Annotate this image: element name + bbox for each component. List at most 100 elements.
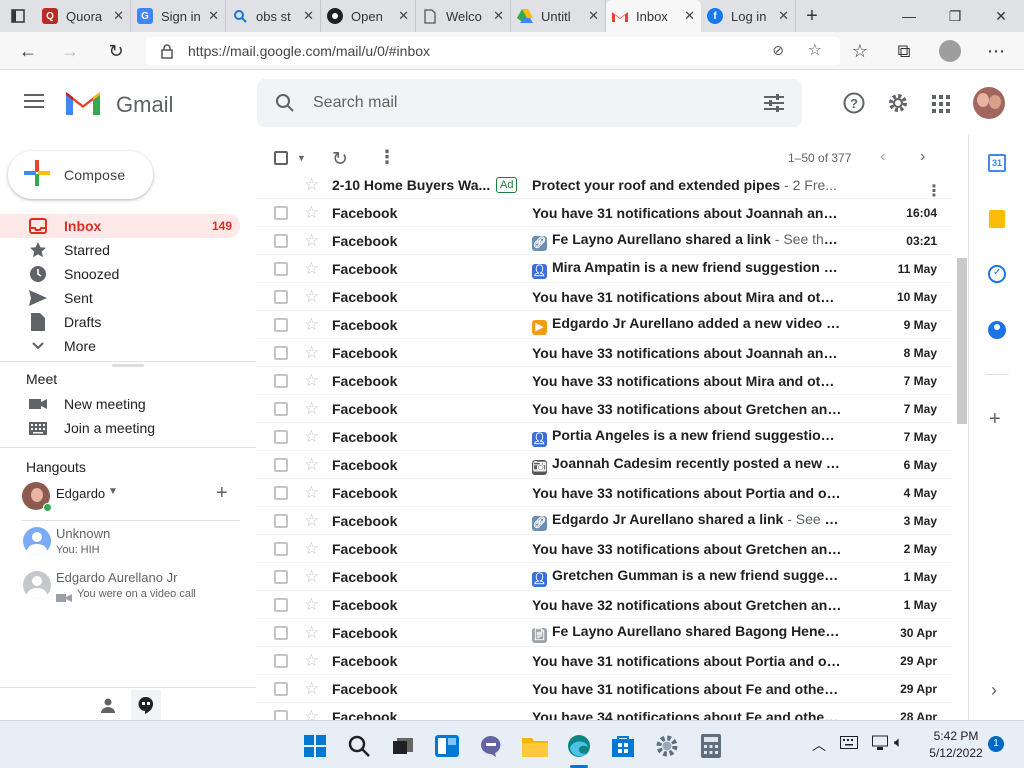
main-menu-icon[interactable] [24,93,44,114]
browser-tab[interactable]: Inbox ✕ [606,0,701,32]
email-row[interactable]: ☆ Facebook 🔗︎ Fe Layno Aurellano shared a l… [256,227,953,255]
tab-close-icon[interactable]: ✕ [588,8,599,24]
widgets-icon[interactable] [434,733,460,759]
more-actions-icon[interactable]: ⋮ [378,147,396,168]
email-row[interactable]: ☆ Facebook 🔗︎ Edgardo Jr Aurellano shared a… [256,507,953,535]
microsoft-store-icon[interactable] [610,733,636,759]
email-row[interactable]: ☆ Facebook You have 33 notifications about… [256,395,953,423]
clock-time[interactable]: 5:42 PM [926,729,986,743]
contact-avatar[interactable] [23,571,51,599]
sidebar-item-inbox[interactable]: Inbox 149 [0,214,240,238]
teams-chat-icon[interactable] [478,733,504,759]
select-all-checkbox[interactable] [274,151,288,165]
email-row[interactable]: ☆ Facebook 📷︎ Joannah Cadesim recently post… [256,451,953,479]
email-row[interactable]: ☆ Facebook You have 33 notifications about… [256,535,953,563]
mail-scrollbar[interactable] [957,258,967,424]
contacts-person-icon[interactable] [100,697,116,718]
settings-app-icon[interactable] [654,733,680,759]
tab-close-icon[interactable]: ✕ [303,8,314,24]
search-options-icon[interactable] [764,94,784,117]
star-toggle-icon[interactable]: ☆ [304,371,319,391]
star-toggle-icon[interactable]: ☆ [304,287,319,307]
sidebar-item-sent[interactable]: Sent [0,286,240,310]
hangouts-chat-icon[interactable] [131,690,161,720]
tab-actions-icon[interactable] [0,0,36,32]
apps-grid-icon[interactable] [932,95,950,118]
compose-button[interactable]: Compose [8,151,153,199]
account-avatar[interactable] [973,87,1005,119]
tab-close-icon[interactable]: ✕ [398,8,409,24]
star-toggle-icon[interactable]: ☆ [304,231,319,251]
tab-close-icon[interactable]: ✕ [113,8,124,24]
browser-tab[interactable]: f Log in ✕ [701,0,796,32]
tab-close-icon[interactable]: ✕ [684,8,695,24]
email-row[interactable]: ☆ Facebook You have 32 notifications about… [256,591,953,619]
drag-handle[interactable] [112,364,144,367]
contact-name[interactable]: Edgardo Aurellano Jr [56,570,177,585]
email-checkbox[interactable] [274,485,288,500]
status-dropdown-icon[interactable]: ▼ [108,486,118,497]
join-meeting-link[interactable]: Join a meeting [0,416,240,440]
ad-row[interactable]: ☆ 2-10 Home Buyers Wa... Ad Protect your ro… [256,175,953,199]
browser-tab[interactable]: obs st ✕ [226,0,321,32]
email-checkbox[interactable] [274,709,288,720]
email-row[interactable]: ☆ Facebook You have 31 notifications about… [256,675,953,703]
sidebar-item-more[interactable]: More [0,334,240,358]
maximize-button[interactable]: ❐ [932,0,978,32]
star-toggle-icon[interactable]: ☆ [304,427,319,447]
tasks-icon[interactable]: ✓ [988,265,1006,283]
refresh-mail-icon[interactable]: ↻ [332,148,348,171]
search-input[interactable]: Search mail [313,94,397,112]
hangouts-user-name[interactable]: Edgardo [56,486,105,501]
newer-page-button[interactable]: ‹ [880,148,885,166]
email-checkbox[interactable] [274,401,288,416]
sidebar-item-drafts[interactable]: Drafts [0,310,240,334]
email-checkbox[interactable] [274,373,288,388]
tab-close-icon[interactable]: ✕ [208,8,219,24]
star-toggle-icon[interactable]: ☆ [304,343,319,363]
email-row[interactable]: ☆ Facebook 👤︎ Portia Angeles is a new frien… [256,423,953,451]
start-windows-icon[interactable] [302,733,328,759]
browser-menu-icon[interactable]: ⋯ [978,32,1014,70]
older-page-button[interactable]: › [920,148,925,166]
email-checkbox[interactable] [274,681,288,696]
email-row[interactable]: ☆ Facebook 👤︎ Mira Ampatin is a new friend … [256,255,953,283]
collections-icon[interactable]: ⧉ [886,32,922,70]
add-favorite-icon[interactable]: ☆ [808,40,822,60]
star-toggle-icon[interactable]: ☆ [304,259,319,279]
forward-button[interactable]: → [52,32,88,70]
browser-tab[interactable]: Untitl ✕ [511,0,606,32]
tab-close-icon[interactable]: ✕ [778,8,789,24]
email-row[interactable]: ☆ Facebook You have 31 notifications about… [256,199,953,227]
email-checkbox[interactable] [274,541,288,556]
hide-side-panel-icon[interactable]: › [991,680,997,701]
star-toggle-icon[interactable]: ☆ [304,511,319,531]
touch-keyboard-icon[interactable] [840,736,858,754]
email-row[interactable]: ☆ Facebook 📄︎ Fe Layno Aurellano shared Bag… [256,619,953,647]
ad-more-icon[interactable]: ⋮ [926,181,942,201]
new-meeting-link[interactable]: New meeting [0,392,240,416]
refresh-button[interactable]: ↻ [98,32,134,70]
browser-tab[interactable]: Welco ✕ [416,0,511,32]
sidebar-item-snoozed[interactable]: Snoozed [0,262,240,286]
network-icon[interactable] [872,735,888,756]
email-row[interactable]: ☆ Facebook You have 31 notifications about… [256,283,953,311]
email-row[interactable]: ☆ Facebook You have 33 notifications about… [256,367,953,395]
reader-icon[interactable]: ⊘ [772,42,784,59]
star-toggle-icon[interactable]: ☆ [304,483,319,503]
tab-close-icon[interactable]: ✕ [493,8,504,24]
browser-tab[interactable]: G Sign in ✕ [131,0,226,32]
star-toggle-icon[interactable]: ☆ [304,707,319,721]
email-checkbox[interactable] [274,345,288,360]
email-checkbox[interactable] [274,289,288,304]
star-toggle-icon[interactable]: ☆ [304,567,319,587]
star-toggle-icon[interactable]: ☆ [304,315,319,335]
help-icon[interactable]: ? [843,92,865,119]
get-addons-icon[interactable]: + [989,408,1001,431]
email-checkbox[interactable] [274,625,288,640]
url-field[interactable]: https://mail.google.com/mail/u/0/#inbox … [146,37,840,65]
email-checkbox[interactable] [274,317,288,332]
notification-badge[interactable]: 1 [988,736,1004,752]
email-row[interactable]: ☆ Facebook You have 31 notifications about… [256,647,953,675]
new-conversation-icon[interactable]: + [216,482,228,505]
